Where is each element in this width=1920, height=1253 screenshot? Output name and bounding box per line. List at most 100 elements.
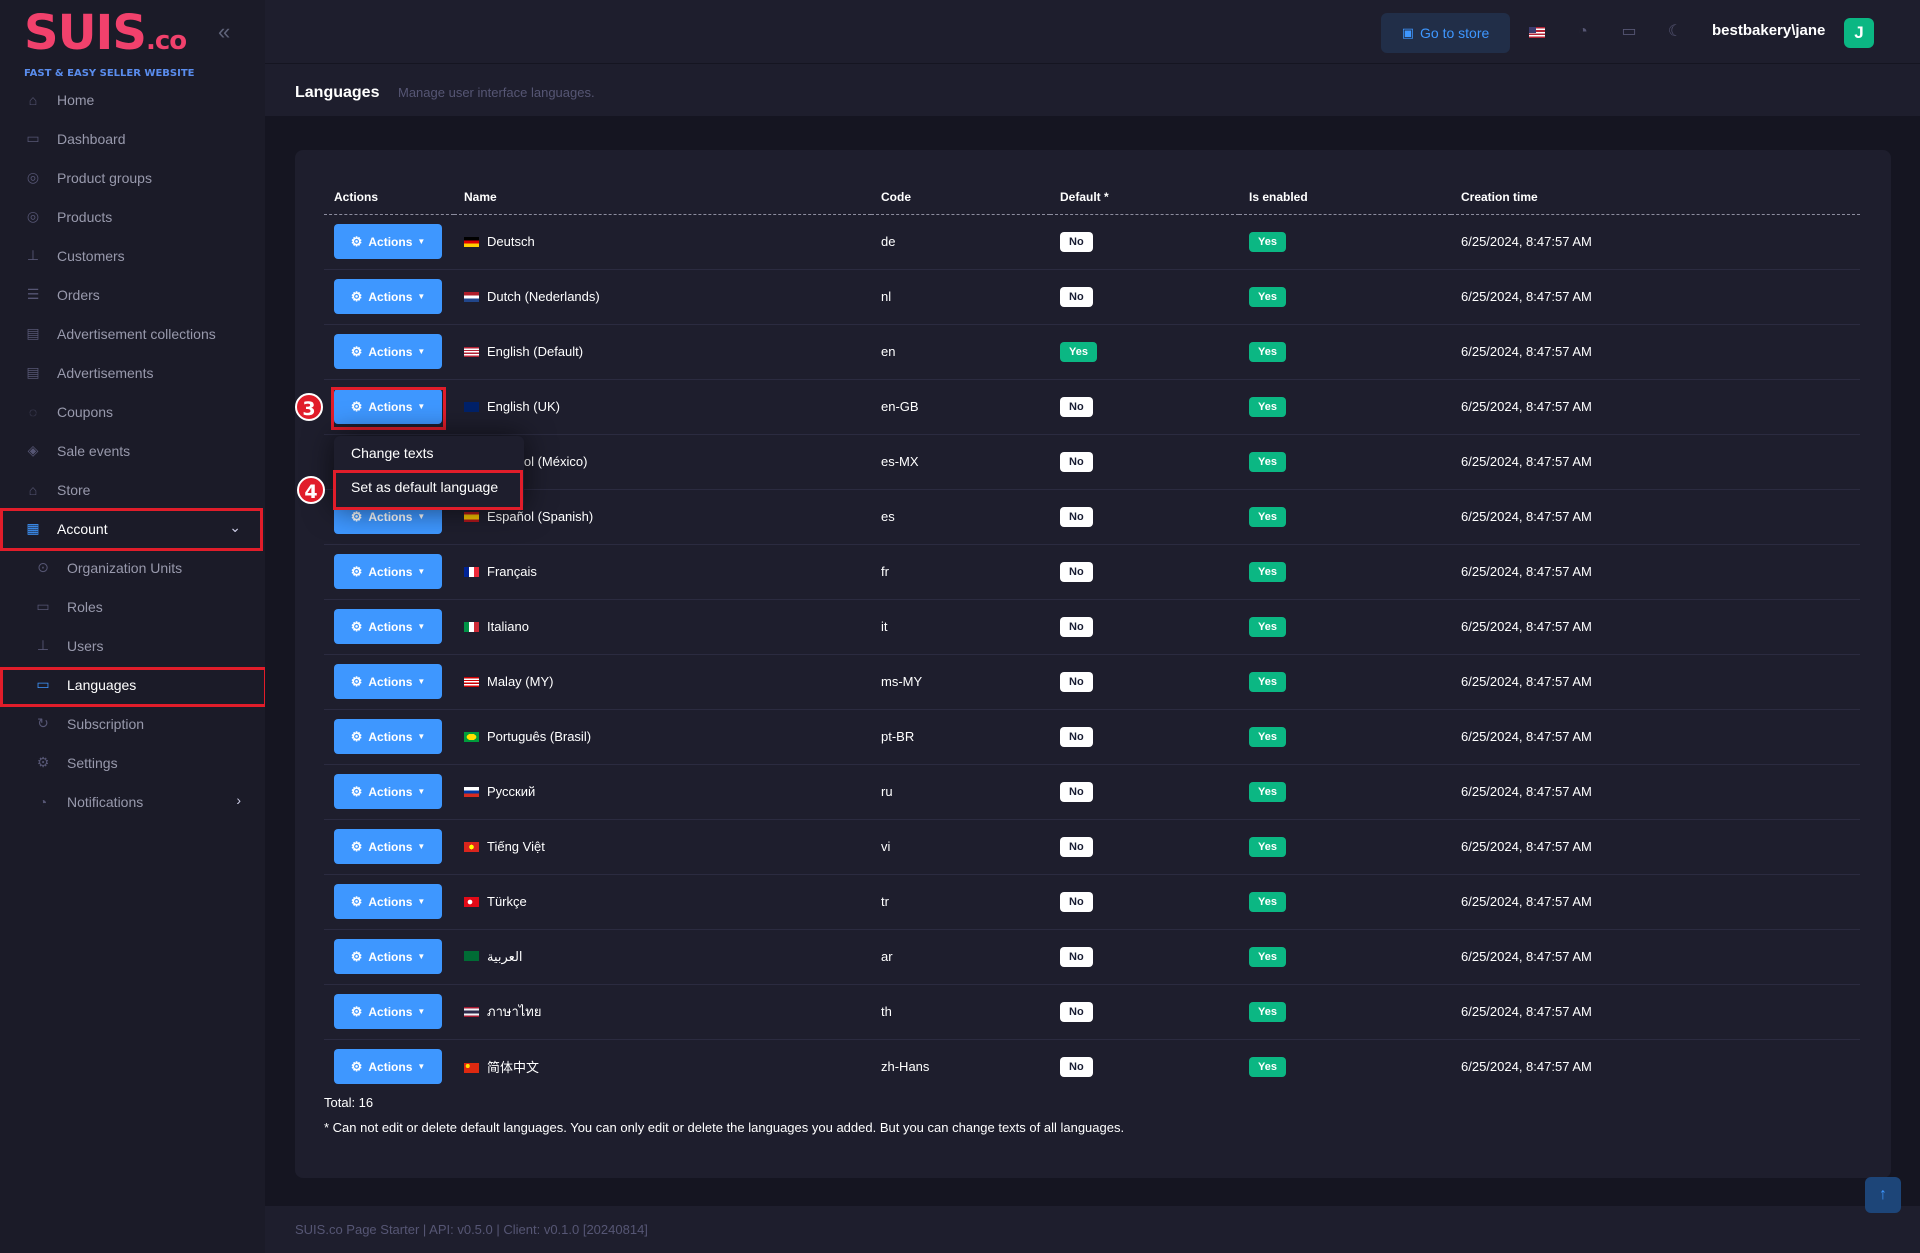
enabled-badge: Yes <box>1249 671 1286 692</box>
sidebar-item-ad-collections[interactable]: ▤ Advertisement collections <box>0 314 265 353</box>
actions-button-label: Actions <box>368 1004 413 1019</box>
avatar[interactable]: J <box>1844 18 1874 48</box>
moon-icon[interactable]: ☾ <box>1665 22 1685 42</box>
enabled-cell: Yes <box>1239 324 1451 380</box>
column-header-creation-time[interactable]: Creation time <box>1451 180 1860 215</box>
bell-icon[interactable]: ◔ <box>1573 22 1593 42</box>
sidebar-item-orders[interactable]: ☰ Orders <box>0 275 265 314</box>
go-to-store-button[interactable]: ▣ Go to store <box>1381 13 1510 53</box>
sidebar-item-settings[interactable]: ⚙ Settings <box>0 743 265 782</box>
row-actions-button[interactable]: ⚙ Actions ▼ <box>334 774 442 809</box>
table-row: ⚙ Actions ▼ Dutch (Nederlands) nl No Yes 6/25/2… <box>324 269 1860 325</box>
sidebar-item-users[interactable]: ⊥ Users <box>0 626 265 665</box>
gear-icon: ⚙ <box>350 508 363 524</box>
store-icon: ▣ <box>1401 25 1415 40</box>
row-actions-button[interactable]: ⚙ Actions ▼ <box>334 884 442 919</box>
enabled-badge: Yes <box>1249 616 1286 637</box>
row-actions-button[interactable]: ⚙ Actions ▼ <box>334 1049 442 1085</box>
chat-icon[interactable]: ▭ <box>1619 22 1639 42</box>
row-actions-button[interactable]: ⚙ Actions ▼ <box>334 994 442 1029</box>
sidebar-item-home[interactable]: ⌂ Home <box>0 80 265 119</box>
actions-cell: ⚙ Actions ▼ <box>324 654 454 710</box>
enabled-badge: Yes <box>1249 1056 1286 1077</box>
actions-cell: ⚙ Actions ▼ <box>324 1039 454 1094</box>
country-flag-icon <box>464 401 479 412</box>
code-cell: nl <box>871 269 1050 325</box>
enabled-cell: Yes <box>1239 819 1451 875</box>
change-texts-menu-item[interactable]: Change texts <box>351 445 434 461</box>
gear-icon: ⚙ <box>350 948 363 964</box>
actions-button-label: Actions <box>368 1059 413 1074</box>
enabled-badge: Yes <box>1249 451 1286 472</box>
default-cell: No <box>1050 874 1239 930</box>
collapse-sidebar-icon[interactable]: « <box>218 20 238 44</box>
name-cell: Malay (MY) <box>454 654 871 710</box>
country-flag-icon <box>464 511 479 522</box>
language-flag-icon[interactable] <box>1529 27 1545 38</box>
actions-button-label: Actions <box>368 564 413 579</box>
column-header-default[interactable]: Default * <box>1050 180 1239 215</box>
sidebar-item-subscription[interactable]: ↻ Subscription <box>0 704 265 743</box>
column-header-name[interactable]: Name <box>454 180 871 215</box>
table-row: ⚙ Actions ▼ العربية ar No Yes 6/25/2024, 8:47:5… <box>324 929 1860 985</box>
row-actions-button[interactable]: ⚙ Actions ▼ <box>334 939 442 974</box>
chevron-right-icon: › <box>236 792 241 808</box>
row-actions-button[interactable]: ⚙ Actions ▼ <box>334 609 442 644</box>
country-flag-icon <box>464 951 479 962</box>
row-actions-button[interactable]: ⚙ Actions ▼ <box>334 664 442 699</box>
language-name: English (UK) <box>487 399 560 414</box>
caret-down-icon: ▼ <box>417 622 426 631</box>
row-actions-button[interactable]: ⚙ Actions ▼ <box>334 719 442 754</box>
row-actions-button[interactable]: ⚙ Actions ▼ <box>334 279 442 314</box>
gear-icon: ⚙ <box>350 563 363 579</box>
sidebar-item-coupons[interactable]: ◌ Coupons <box>0 392 265 431</box>
code-cell: en <box>871 324 1050 380</box>
default-cell: No <box>1050 819 1239 875</box>
default-cell: No <box>1050 764 1239 820</box>
row-actions-button[interactable]: ⚙ Actions ▼ <box>334 334 442 369</box>
default-badge: No <box>1060 946 1093 967</box>
creation-time-cell: 6/25/2024, 8:47:57 AM <box>1451 324 1860 380</box>
sidebar-item-dashboard[interactable]: ▭ Dashboard <box>0 119 265 158</box>
sidebar-item-store[interactable]: ⌂ Store <box>0 470 265 509</box>
enabled-cell: Yes <box>1239 489 1451 545</box>
sidebar-item-sale-events[interactable]: ◈ Sale events <box>0 431 265 470</box>
language-name: Português (Brasil) <box>487 729 592 744</box>
brand-logo[interactable]: SUIS.co FAST & EASY SELLER WEBSITE <box>24 8 194 79</box>
sidebar-item-organization-units[interactable]: ⊙ Organization Units <box>0 548 265 587</box>
highlight-account <box>0 508 263 551</box>
product-groups-icon: ◎ <box>26 169 40 185</box>
sidebar-item-roles[interactable]: ▭ Roles <box>0 587 265 626</box>
enabled-badge: Yes <box>1249 561 1286 582</box>
country-flag-icon <box>464 621 479 632</box>
gear-icon: ⚙ <box>350 673 363 689</box>
user-name[interactable]: bestbakery\jane <box>1712 22 1825 39</box>
column-header-code[interactable]: Code <box>871 180 1050 215</box>
row-actions-button[interactable]: ⚙ Actions ▼ <box>334 829 442 864</box>
scroll-top-icon[interactable]: ↑ <box>1865 1177 1901 1213</box>
enabled-badge: Yes <box>1249 946 1286 967</box>
country-flag-icon <box>464 566 479 577</box>
row-actions-button[interactable]: ⚙ Actions ▼ <box>334 554 442 589</box>
sidebar-item-label: Advertisement collections <box>57 325 216 342</box>
default-cell: No <box>1050 599 1239 655</box>
sidebar-item-notifications[interactable]: ◔ Notifications › <box>0 782 265 821</box>
actions-button-label: Actions <box>368 509 413 524</box>
actions-cell: ⚙ Actions ▼ <box>324 269 454 325</box>
sidebar-item-product-groups[interactable]: ◎ Product groups <box>0 158 265 197</box>
enabled-badge: Yes <box>1249 231 1286 252</box>
default-badge: No <box>1060 781 1093 802</box>
column-header-actions[interactable]: Actions <box>324 180 454 215</box>
row-actions-button[interactable]: ⚙ Actions ▼ <box>334 224 442 259</box>
creation-time-cell: 6/25/2024, 8:47:57 AM <box>1451 764 1860 820</box>
code-cell: en-GB <box>871 379 1050 435</box>
sidebar-item-advertisements[interactable]: ▤ Advertisements <box>0 353 265 392</box>
gear-icon: ⚙ <box>350 343 363 359</box>
column-header-enabled[interactable]: Is enabled <box>1239 180 1451 215</box>
org-units-icon: ⊙ <box>37 559 49 575</box>
default-cell: No <box>1050 489 1239 545</box>
sidebar-item-customers[interactable]: ⊥ Customers <box>0 236 265 275</box>
enabled-cell: Yes <box>1239 984 1451 1040</box>
sidebar-item-products[interactable]: ◎ Products <box>0 197 265 236</box>
page-title: Languages <box>295 84 380 101</box>
